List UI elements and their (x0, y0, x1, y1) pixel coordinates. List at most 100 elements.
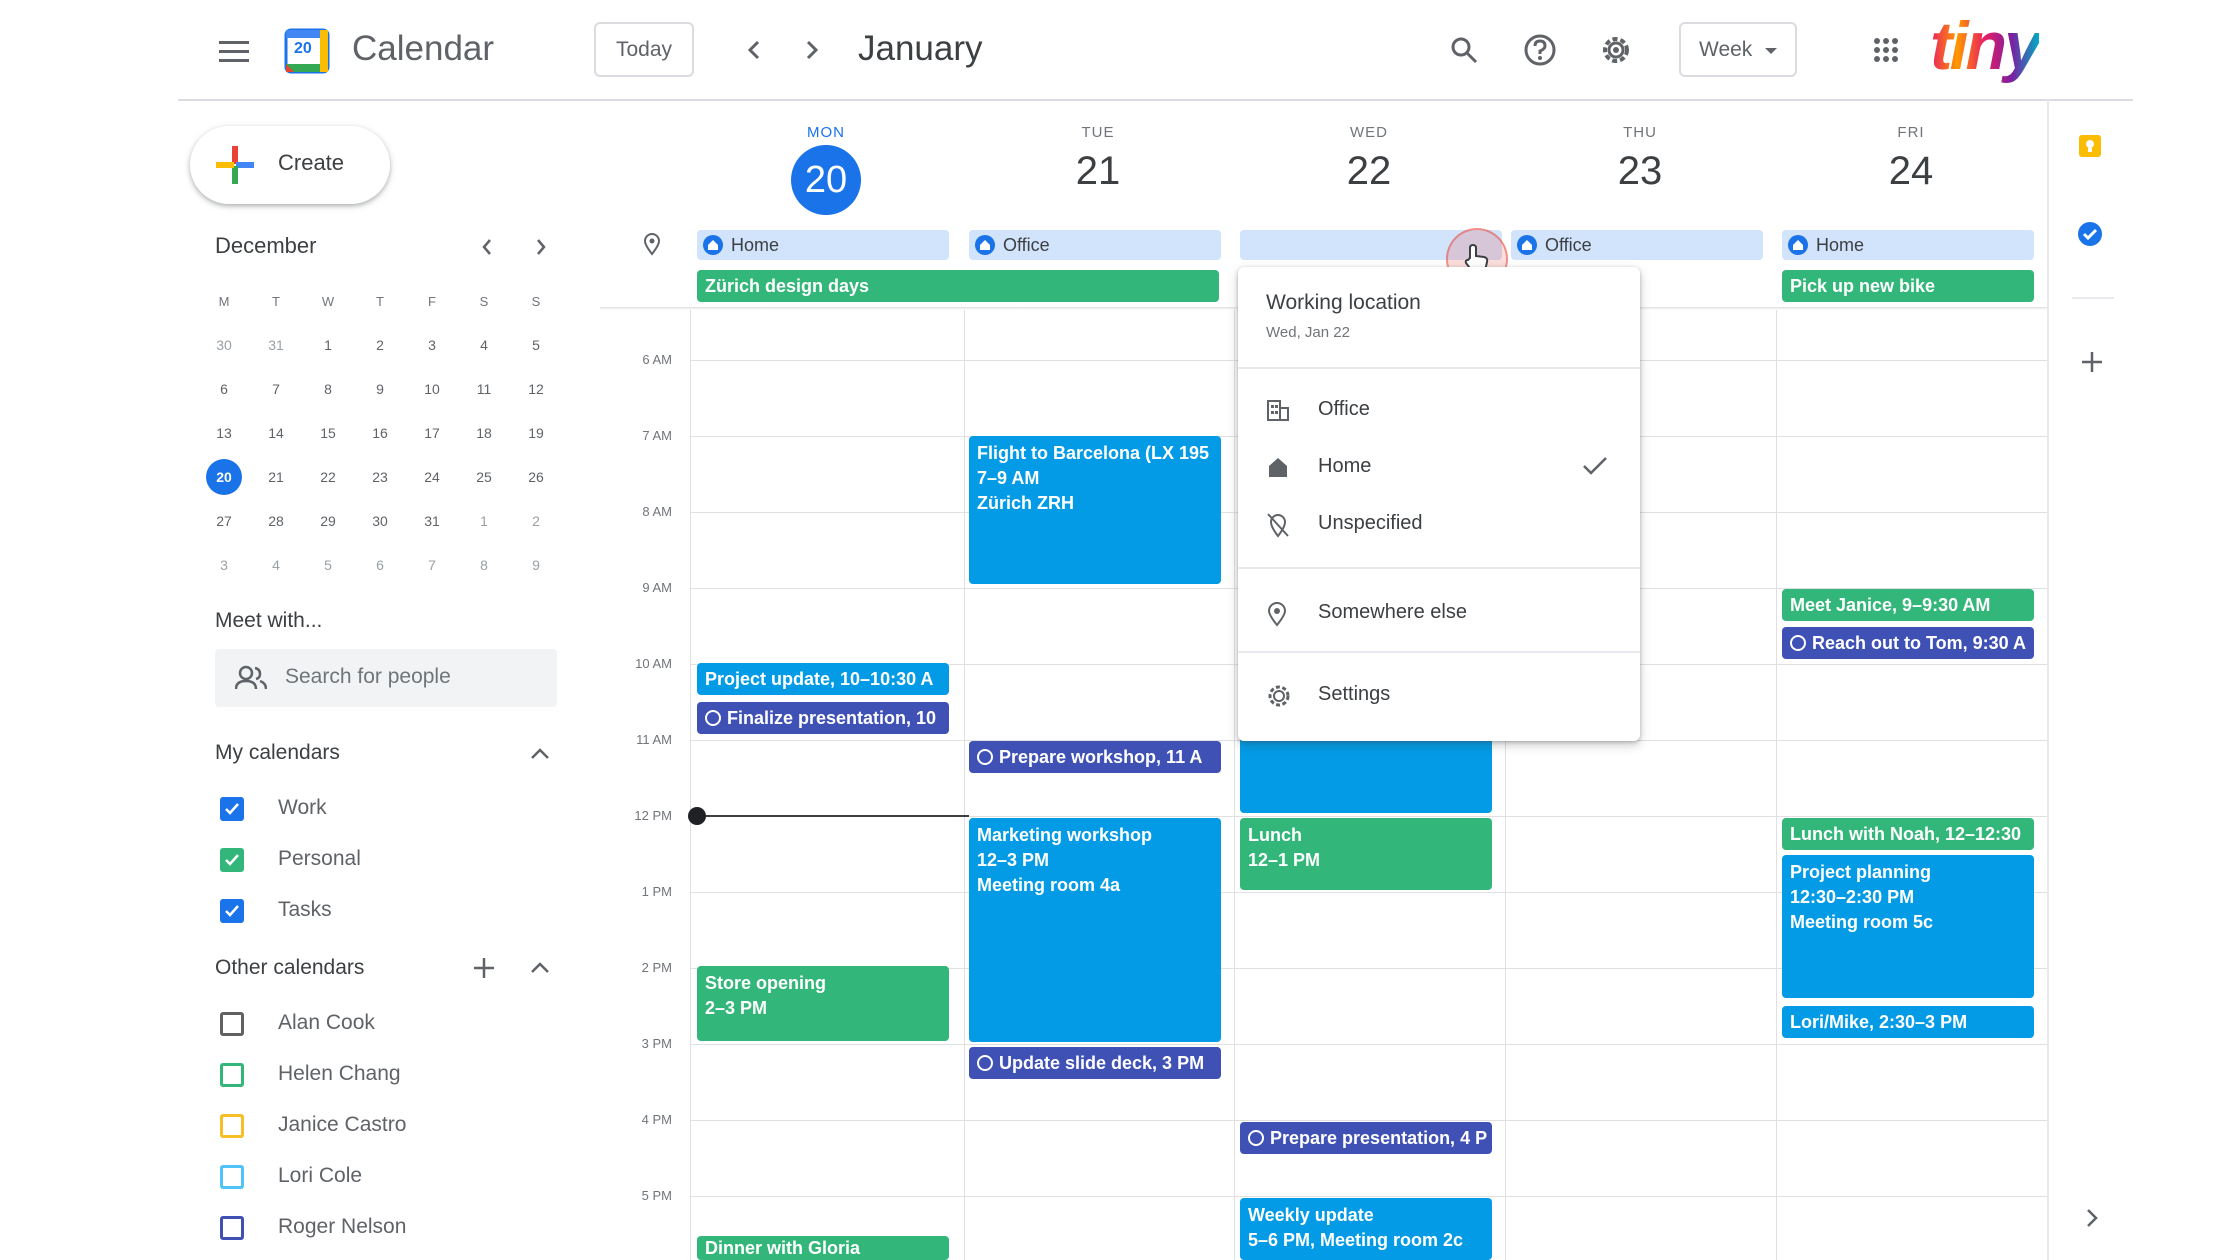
calendar-event[interactable]: Flight to Barcelona (LX 195 7–9 AM Züric… (969, 436, 1221, 584)
checkbox-checked-icon[interactable] (220, 797, 244, 821)
mini-day[interactable]: 10 (414, 371, 450, 407)
location-option-unspecified[interactable]: Unspecified (1238, 500, 1640, 548)
calendar-toggle-row[interactable]: Helen Chang (220, 1058, 520, 1092)
my-calendars-title[interactable]: My calendars (215, 741, 340, 765)
mini-day[interactable]: 1 (466, 503, 502, 539)
calendar-event[interactable]: Lunch 12–1 PM (1240, 818, 1492, 890)
settings-gear-icon[interactable] (1594, 28, 1638, 72)
mini-day[interactable]: 5 (310, 547, 346, 583)
mini-day[interactable]: 8 (310, 371, 346, 407)
mini-day[interactable]: 31 (414, 503, 450, 539)
mini-day[interactable]: 27 (206, 503, 242, 539)
mini-day[interactable]: 7 (258, 371, 294, 407)
mini-day[interactable]: 18 (466, 415, 502, 451)
collapse-my-calendars-icon[interactable] (522, 736, 558, 772)
mini-day[interactable]: 22 (310, 459, 346, 495)
mini-day[interactable]: 17 (414, 415, 450, 451)
mini-day[interactable]: 31 (258, 327, 294, 363)
calendar-toggle-row[interactable]: Tasks (220, 894, 520, 928)
calendar-event[interactable]: Meet Janice, 9–9:30 AM (1782, 589, 2034, 621)
task-event[interactable]: Prepare presentation, 4 P (1240, 1122, 1492, 1154)
mini-day[interactable]: 25 (466, 459, 502, 495)
day-number-today[interactable]: 20 (791, 145, 861, 215)
mini-day[interactable]: 11 (466, 371, 502, 407)
mini-day[interactable]: 21 (258, 459, 294, 495)
other-calendars-title[interactable]: Other calendars (215, 956, 364, 980)
mini-day[interactable]: 6 (206, 371, 242, 407)
working-location-chip[interactable]: Office (969, 230, 1221, 260)
working-location-chip[interactable]: Home (1782, 230, 2034, 260)
calendar-event[interactable]: Weekly update 5–6 PM, Meeting room 2c (1240, 1198, 1492, 1260)
day-number[interactable]: 21 (963, 149, 1233, 194)
mini-day[interactable]: 3 (206, 547, 242, 583)
mini-day[interactable]: 26 (518, 459, 554, 495)
checkbox-empty-icon[interactable] (220, 1114, 244, 1138)
mini-day[interactable]: 9 (362, 371, 398, 407)
calendar-event[interactable]: Marketing workshop 12–3 PM Meeting room … (969, 818, 1221, 1042)
expand-side-panel-icon[interactable] (2072, 1198, 2112, 1238)
calendar-event[interactable]: Project update, 10–10:30 A (697, 663, 949, 695)
add-addon-icon[interactable] (2072, 342, 2112, 382)
checkbox-checked-icon[interactable] (220, 899, 244, 923)
mini-day[interactable]: 28 (258, 503, 294, 539)
mini-day[interactable]: 2 (518, 503, 554, 539)
mini-day[interactable]: 16 (362, 415, 398, 451)
today-button[interactable]: Today (594, 22, 694, 77)
add-other-calendar-icon[interactable] (466, 950, 502, 986)
mini-day[interactable]: 24 (414, 459, 450, 495)
mini-day[interactable]: 15 (310, 415, 346, 451)
all-day-event[interactable]: Pick up new bike (1782, 270, 2034, 302)
tasks-app-icon[interactable] (2070, 214, 2110, 254)
mini-day[interactable]: 3 (414, 327, 450, 363)
mini-day[interactable]: 20 (206, 459, 242, 495)
create-button[interactable]: Create (190, 126, 390, 204)
mini-day[interactable]: 23 (362, 459, 398, 495)
calendar-toggle-row[interactable]: Roger Nelson (220, 1211, 520, 1245)
mini-day[interactable]: 1 (310, 327, 346, 363)
mini-prev-month-icon[interactable] (470, 230, 504, 264)
chevron-right-icon[interactable] (792, 30, 832, 70)
mini-day[interactable]: 29 (310, 503, 346, 539)
main-menu-icon[interactable] (212, 30, 256, 74)
mini-next-month-icon[interactable] (524, 230, 558, 264)
mini-day[interactable]: 19 (518, 415, 554, 451)
mini-day[interactable]: 7 (414, 547, 450, 583)
mini-day[interactable]: 14 (258, 415, 294, 451)
day-header-tue[interactable]: TUE 21 (963, 124, 1233, 194)
mini-day[interactable]: 30 (362, 503, 398, 539)
checkbox-checked-icon[interactable] (220, 848, 244, 872)
mini-day[interactable]: 30 (206, 327, 242, 363)
checkbox-empty-icon[interactable] (220, 1216, 244, 1240)
apps-grid-icon[interactable] (1864, 28, 1908, 72)
popup-settings-option[interactable]: Settings (1238, 671, 1640, 719)
working-location-chip[interactable]: Office (1511, 230, 1763, 260)
calendar-toggle-row[interactable]: Janice Castro (220, 1109, 520, 1143)
task-event[interactable]: Update slide deck, 3 PM (969, 1047, 1221, 1079)
search-people-input[interactable]: Search for people (215, 649, 557, 707)
task-event[interactable]: Prepare workshop, 11 A (969, 741, 1221, 773)
calendar-event[interactable]: Dinner with Gloria (697, 1236, 949, 1260)
mini-day[interactable]: 13 (206, 415, 242, 451)
task-event[interactable]: Finalize presentation, 10 (697, 702, 949, 734)
location-option-home[interactable]: Home (1238, 443, 1640, 491)
mini-day[interactable]: 4 (466, 327, 502, 363)
calendar-toggle-row[interactable]: Alan Cook (220, 1007, 520, 1041)
somewhere-else-option[interactable]: Somewhere else (1238, 589, 1640, 637)
calendar-event[interactable]: Lunch with Noah, 12–12:30 (1782, 818, 2034, 850)
day-header-thu[interactable]: THU 23 (1505, 124, 1775, 194)
all-day-event[interactable]: Zürich design days (697, 270, 1219, 302)
calendar-toggle-row[interactable]: Work (220, 792, 520, 826)
calendar-toggle-row[interactable]: Personal (220, 843, 520, 877)
calendar-event[interactable]: Lori/Mike, 2:30–3 PM (1782, 1006, 2034, 1038)
mini-day[interactable]: 6 (362, 547, 398, 583)
mini-day[interactable]: 4 (258, 547, 294, 583)
calendar-toggle-row[interactable]: Lori Cole (220, 1160, 520, 1194)
day-header-wed[interactable]: WED 22 (1234, 124, 1504, 194)
mini-day[interactable]: 2 (362, 327, 398, 363)
calendar-event[interactable]: Project planning 12:30–2:30 PM Meeting r… (1782, 855, 2034, 998)
checkbox-empty-icon[interactable] (220, 1063, 244, 1087)
mini-day[interactable]: 12 (518, 371, 554, 407)
calendar-event[interactable]: Store opening 2–3 PM (697, 966, 949, 1041)
checkbox-empty-icon[interactable] (220, 1165, 244, 1189)
day-header-fri[interactable]: FRI 24 (1776, 124, 2046, 194)
